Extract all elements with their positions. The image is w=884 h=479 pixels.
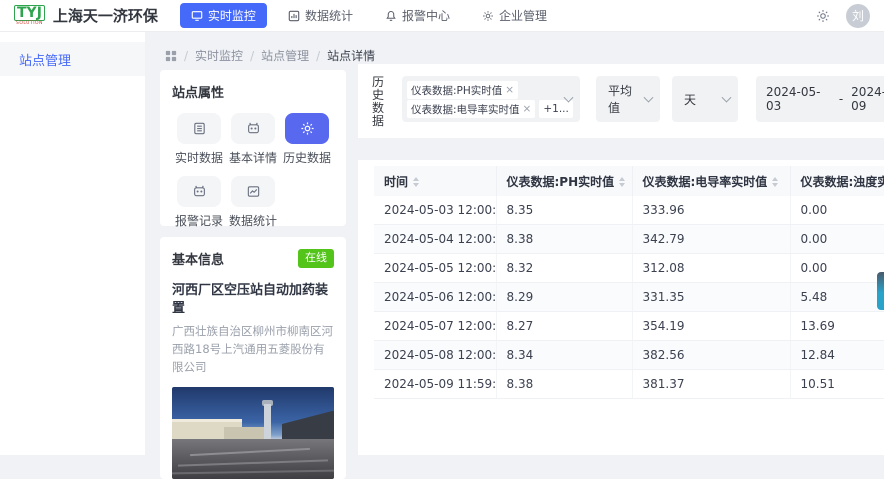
avatar[interactable]: 刘 <box>846 3 870 28</box>
robot-icon <box>231 113 275 144</box>
col-header-turbidity[interactable]: 仪表数据:浊度实时值 <box>790 166 884 196</box>
topbar-right: 刘 <box>816 3 870 28</box>
section-divider <box>358 138 884 160</box>
metric-tag-ph: 仪表数据:PH实时值 × <box>407 81 519 99</box>
chart-icon <box>288 10 300 22</box>
chevron-down-icon <box>643 92 654 103</box>
gear-icon <box>285 113 329 144</box>
nav-label: 数据统计 <box>304 9 353 23</box>
company-name: 上海天一济环保 <box>52 7 158 25</box>
device-address: 广西壮族自治区柳州市柳南区河西路18号上汽通用五菱股份有限公司 <box>172 324 333 374</box>
table-row: 2024-05-03 12:00:008.35333.960.00 <box>374 196 884 225</box>
alarm-icon <box>177 176 221 207</box>
nav-realtime-monitoring[interactable]: 实时监控 <box>179 3 267 28</box>
table-header-row: 时间 仪表数据:PH实时值 仪表数据:电导率实时值 仪表数据:浊度实时值 <box>374 166 884 196</box>
nav-label: 企业管理 <box>498 9 547 23</box>
logo-subtext: SOLUTION <box>15 20 43 26</box>
date-end: 2024-05-09 <box>851 85 884 113</box>
breadcrumb-link-realtime[interactable]: 实时监控 <box>195 47 243 64</box>
table-row: 2024-05-07 12:00:008.27354.1913.69 <box>374 311 884 341</box>
gear-icon <box>482 10 494 22</box>
theme-sun-icon[interactable] <box>816 9 830 23</box>
table-row: 2024-05-05 12:00:008.32312.080.00 <box>374 253 884 283</box>
stats-icon <box>231 176 275 207</box>
date-range-picker[interactable]: 2024-05-03 - 2024-05-09 <box>756 76 884 122</box>
breadcrumb: / 实时监控 / 站点管理 / 站点详情 <box>165 47 375 64</box>
col-header-ph[interactable]: 仪表数据:PH实时值 <box>496 166 633 196</box>
history-data-panel: 历史数据 仪表数据:PH实时值 × 仪表数据:电导率实时值 × +1... 平均… <box>358 64 884 455</box>
sort-icon[interactable] <box>619 177 626 187</box>
remove-tag-icon[interactable]: × <box>505 84 514 96</box>
action-alarm-records[interactable]: 报警记录 <box>172 176 226 229</box>
action-basic-details[interactable]: 基本详情 <box>226 113 280 166</box>
period-select[interactable]: 天 <box>672 76 738 122</box>
aggregation-select[interactable]: 平均值 <box>596 76 660 122</box>
site-properties-card: 站点属性 实时数据 基本详情 历史数据 报警记录 数据统计 <box>160 70 346 229</box>
basic-info-card: 基本信息 在线 河西厂区空压站自动加药装置 广西壮族自治区柳州市柳南区河西路18… <box>160 237 346 479</box>
nav-alarm-center[interactable]: 报警中心 <box>374 3 461 28</box>
grid-icon <box>165 50 177 62</box>
monitor-icon <box>191 10 203 22</box>
bell-icon <box>385 10 397 22</box>
history-data-label: 历史数据 <box>372 75 385 128</box>
logo-text: TYJ <box>14 4 45 21</box>
logo[interactable]: TYJ SOLUTION <box>14 4 45 27</box>
col-header-conductivity[interactable]: 仪表数据:电导率实时值 <box>632 166 791 196</box>
metric-tag-conductivity: 仪表数据:电导率实时值 × <box>407 100 536 118</box>
device-name: 河西厂区空压站自动加药装置 <box>172 283 329 316</box>
main-nav: 实时监控 数据统计 报警中心 企业管理 <box>179 3 558 28</box>
site-action-grid: 实时数据 基本详情 历史数据 报警记录 数据统计 <box>172 113 334 229</box>
remove-tag-icon[interactable]: × <box>523 103 532 115</box>
breadcrumb-separator: / <box>250 48 255 63</box>
breadcrumb-link-site-management[interactable]: 站点管理 <box>261 47 309 64</box>
sort-icon[interactable] <box>413 177 420 187</box>
basic-info-title: 基本信息 <box>172 253 225 268</box>
history-table: 时间 仪表数据:PH实时值 仪表数据:电导率实时值 仪表数据:浊度实时值 202… <box>374 166 884 399</box>
nav-label: 实时监控 <box>207 9 256 23</box>
breadcrumb-separator: / <box>184 48 189 63</box>
nav-label: 报警中心 <box>401 9 450 23</box>
nav-enterprise-management[interactable]: 企业管理 <box>471 3 558 28</box>
scrollbar-thumb[interactable] <box>877 272 884 310</box>
list-icon <box>177 113 221 144</box>
action-realtime-data[interactable]: 实时数据 <box>172 113 226 166</box>
main-content: / 实时监控 / 站点管理 / 站点详情 站点属性 实时数据 基本详情 历史数据… <box>145 32 884 479</box>
sidebar-item-site-management[interactable]: 站点管理 <box>0 42 145 76</box>
col-header-time[interactable]: 时间 <box>374 166 497 196</box>
topbar: TYJ SOLUTION 上海天一济环保 实时监控 数据统计 报警中心 企业管理… <box>0 0 884 32</box>
nav-data-statistics[interactable]: 数据统计 <box>277 3 364 28</box>
table-row: 2024-05-08 12:00:008.34382.5612.84 <box>374 340 884 370</box>
table-row: 2024-05-06 12:00:008.29331.355.48 <box>374 282 884 312</box>
date-start: 2024-05-03 <box>766 85 821 113</box>
breadcrumb-separator: / <box>316 48 321 63</box>
chevron-down-icon <box>721 92 732 103</box>
sidebar: 站点管理 <box>0 32 145 455</box>
status-badge-online: 在线 <box>298 249 334 268</box>
site-photo <box>172 386 334 479</box>
table-row: 2024-05-04 12:00:008.38342.790.00 <box>374 224 884 254</box>
sort-icon[interactable] <box>772 177 779 187</box>
site-properties-title: 站点属性 <box>172 86 225 101</box>
metric-multiselect[interactable]: 仪表数据:PH实时值 × 仪表数据:电导率实时值 × +1... <box>402 76 580 122</box>
date-range-separator: - <box>838 92 844 106</box>
table-row: 2024-05-09 11:59:598.38381.3710.51 <box>374 369 884 399</box>
action-history-data[interactable]: 历史数据 <box>280 113 334 166</box>
action-data-statistics[interactable]: 数据统计 <box>226 176 280 229</box>
breadcrumb-current: 站点详情 <box>327 49 376 63</box>
